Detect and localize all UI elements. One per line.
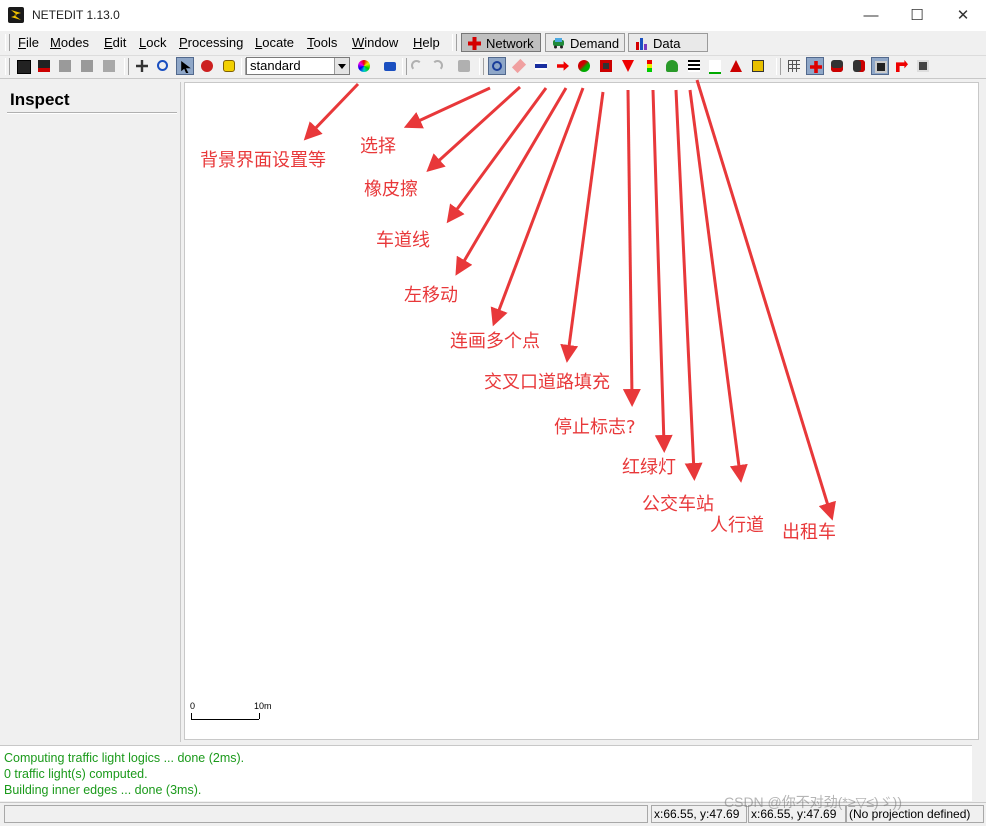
menu-processing[interactable]: Processing [179,35,243,50]
menu-help[interactable]: Help [413,35,440,50]
tool-bar: standard [0,56,986,79]
menu-locate[interactable]: Locate [255,35,294,50]
annotation-label: 橡皮擦 [364,179,418,200]
connection-mode-icon[interactable] [597,57,615,75]
scale-tick-end [259,713,260,719]
maximize-button[interactable]: ☐ [894,0,940,31]
scheme-colorwheel-icon[interactable] [355,57,373,75]
overlapping-vehicle-icon[interactable] [850,57,868,75]
recenter-icon[interactable] [133,57,151,75]
menu-bar: File Modes Edit Lock Processing Locate T… [0,31,986,56]
network-cross-icon [468,37,481,50]
inspect-mode-icon[interactable] [488,57,506,75]
annotation-label: 左移动 [404,285,458,306]
annotation-label: 交叉口道路填充 [484,372,610,393]
window-title: NETEDIT 1.13.0 [32,8,120,22]
scale-label-start: 0 [190,701,196,711]
colorwheel-icon[interactable] [198,57,216,75]
minimize-button[interactable]: — [848,0,894,31]
log-line: 0 traffic light(s) computed. [4,767,148,781]
log-line: Computing traffic light logics ... done … [4,751,245,765]
inspect-panel: Inspect [5,82,181,742]
move-mode-icon[interactable] [554,57,572,75]
save-all-icon[interactable] [35,57,53,75]
screenshot-camera-icon[interactable] [381,57,399,75]
scale-label-end: 10m [254,701,272,711]
view-scheme-select[interactable]: standard [246,57,350,75]
prohibition-mode-icon[interactable] [619,57,637,75]
log-line: Building inner edges ... done (3ms). [4,783,202,797]
chevron-down-icon [334,58,349,74]
supermode-data-button[interactable]: Data [628,33,708,52]
additional-mode-icon[interactable] [663,57,681,75]
log-scrollbar[interactable] [972,745,986,800]
menubar-grip[interactable] [5,34,10,51]
traffic-light-mode-icon[interactable] [641,57,659,75]
toolbar-grip-modes[interactable] [479,58,484,75]
supermode-demand-button[interactable]: Demand [545,33,625,52]
toolbar-grip-view[interactable] [124,58,129,75]
annotation-label: 公交车站 [642,494,714,515]
panel-divider [7,112,177,114]
locate-icon[interactable] [154,57,172,75]
undo-icon[interactable] [408,57,426,75]
taz-mode-icon[interactable] [706,57,724,75]
spread-icon[interactable] [893,57,911,75]
network-canvas[interactable]: 0 10m [184,82,979,740]
toolbar-grip-file[interactable] [5,58,10,75]
junction-shape-icon[interactable] [806,57,824,75]
save-network-icon[interactable] [14,57,32,75]
menu-tools[interactable]: Tools [307,35,337,50]
annotation-label: 出租车 [782,522,836,543]
redo-icon[interactable] [429,57,447,75]
scale-tick-start [191,713,192,719]
compute-junctions-icon[interactable] [455,57,473,75]
zoom-icon[interactable] [914,57,932,75]
annotation-label: 人行道 [710,515,764,536]
delete-mode-icon[interactable] [510,57,528,75]
menu-window[interactable]: Window [352,35,398,50]
panel-title: Inspect [10,90,70,109]
annotation-label: 连画多个点 [450,331,540,352]
csdn-watermark: CSDN @你不对劲(*≥▽≤)ゞ)) [724,794,903,810]
title-bar: NETEDIT 1.13.0 — ☐ ✕ [0,0,986,31]
annotation-label: 背景界面设置等 [200,150,326,171]
scale-line [191,719,259,720]
demand-car-icon [553,38,564,49]
annotation-label: 选择 [360,136,396,157]
status-message [4,805,648,823]
tooltip-icon[interactable] [220,57,238,75]
toolbar-grip-options[interactable] [776,58,781,75]
save-data-icon[interactable] [100,57,118,75]
supermode-grip[interactable] [452,34,457,51]
menu-edit[interactable]: Edit [104,35,126,50]
annotation-label: 车道线 [376,230,430,251]
save-additionals-icon[interactable] [56,57,74,75]
crossing-mode-icon[interactable] [685,57,703,75]
toolbar-grip-edit[interactable] [402,58,407,75]
menu-lock[interactable]: Lock [139,35,166,50]
vehicle-icon[interactable] [828,57,846,75]
menu-file[interactable]: File [18,35,39,50]
supermode-network-button[interactable]: Network [461,33,541,52]
annotation-label: 红绿灯 [622,457,676,478]
data-chart-icon [636,38,647,50]
wire-mode-icon[interactable] [749,57,767,75]
select-pointer-icon[interactable] [176,57,194,75]
netedit-app-icon [8,7,24,23]
save-demand-icon[interactable] [78,57,96,75]
menu-modes[interactable]: Modes [50,35,89,50]
lane-icon[interactable] [871,57,889,75]
create-edge-icon[interactable] [575,57,593,75]
close-button[interactable]: ✕ [940,0,986,31]
annotation-label: 停止标志? [554,417,636,438]
scale-bar: 0 10m [190,701,272,721]
grid-icon[interactable] [785,57,803,75]
select-mode-icon[interactable] [532,57,550,75]
shape-mode-icon[interactable] [727,57,745,75]
